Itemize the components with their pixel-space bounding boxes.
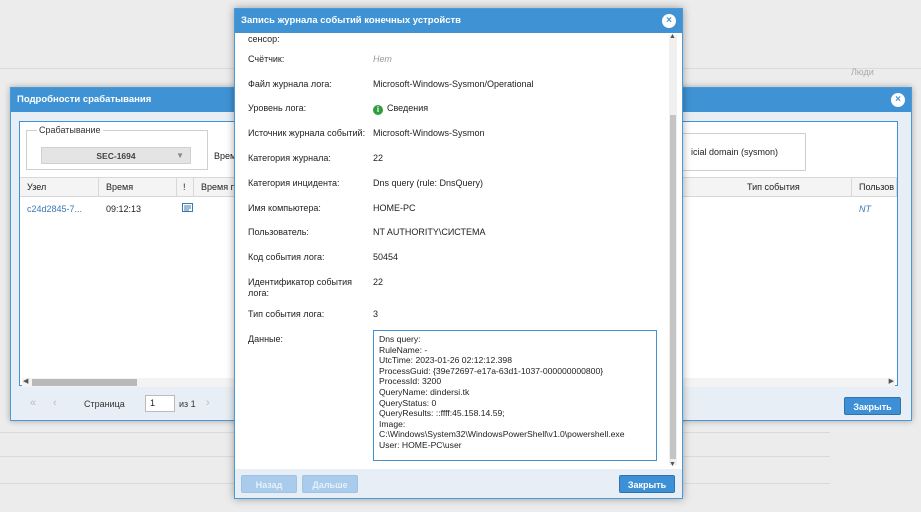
cell-event-type [740, 198, 852, 220]
field-value: 22 [373, 277, 384, 287]
field-value-wrap: i Сведения [373, 103, 428, 115]
trigger-select-value: SEC-1694 [96, 151, 136, 161]
dialog-title: Подробности срабатывания [17, 94, 152, 105]
field-value: Сведения [387, 103, 429, 113]
field-label: Имя компьютера: [248, 203, 321, 213]
field-value: HOME-PC [373, 203, 416, 213]
dialog-footer: Назад Дальше Закрыть [235, 469, 682, 499]
scrollbar-thumb[interactable] [32, 379, 137, 386]
vertical-scrollbar[interactable]: ▲ ▼ [669, 33, 677, 468]
scroll-up-icon[interactable]: ▲ [669, 33, 676, 40]
close-icon[interactable]: × [891, 93, 905, 107]
trigger-select[interactable]: SEC-1694 ▼ [41, 147, 191, 164]
field-value: Нет [373, 54, 392, 64]
scroll-left-icon[interactable]: ◀ [23, 377, 28, 385]
field-label: Пользователь: [248, 227, 309, 237]
data-textarea[interactable]: Dns query: RuleName: - UtcTime: 2023-01-… [373, 330, 657, 461]
back-button[interactable]: Назад [241, 475, 297, 493]
scroll-down-icon[interactable]: ▼ [669, 461, 676, 468]
field-label: Тип события лога: [248, 309, 325, 319]
domain-text: icial domain (sysmon) [691, 147, 779, 157]
prev-page-icon[interactable]: ‹ [53, 397, 57, 409]
scroll-right-icon[interactable]: ▶ [889, 377, 894, 385]
field-label: Источник журнала событий: [248, 128, 366, 138]
field-label: Данные: [248, 334, 284, 344]
field-label: Файл журнала лога: [248, 79, 332, 89]
page-count-label: из 1 [179, 399, 196, 409]
dialog-titlebar: Запись журнала событий конечных устройст… [235, 9, 682, 33]
close-icon[interactable]: × [662, 14, 676, 28]
page-label: Страница [84, 399, 125, 409]
page-input[interactable]: 1 [145, 395, 175, 412]
log-icon[interactable] [177, 198, 194, 220]
trigger-fieldset: Срабатывание SEC-1694 ▼ [26, 125, 208, 170]
field-label: Уровень лога: [248, 103, 307, 113]
column-header-time[interactable]: Время [99, 178, 177, 197]
cell-user[interactable]: NT AUTH [852, 198, 897, 220]
column-header-flag[interactable]: ! [177, 178, 194, 197]
scrollbar-thumb[interactable] [670, 115, 676, 459]
event-log-record-dialog: Запись журнала событий конечных устройст… [234, 8, 683, 499]
dialog-body: сенсор: Счётчик: Нет Файл журнала лога: … [235, 33, 682, 469]
field-value: Microsoft-Windows-Sysmon/Operational [373, 79, 534, 89]
field-value: NT AUTHORITY\СИСТЕМА [373, 227, 486, 237]
field-label: Категория журнала: [248, 153, 331, 163]
column-header-node[interactable]: Узел [20, 178, 99, 197]
field-value: 50454 [373, 252, 399, 262]
cell-time: 09:12:13 [106, 204, 142, 214]
field-label: Категория инцидента: [248, 178, 340, 188]
next-button[interactable]: Дальше [302, 475, 358, 493]
field-label: Код события лога: [248, 252, 325, 262]
field-label: Идентификатор события лога: [248, 277, 353, 298]
dialog-title: Запись журнала событий конечных устройст… [241, 15, 462, 26]
field-value: 3 [373, 309, 379, 319]
close-button[interactable]: Закрыть [619, 475, 675, 493]
field-value: Dns query (rule: DnsQuery) [373, 178, 484, 188]
field-value: Microsoft-Windows-Sysmon [373, 128, 485, 138]
field-value: 22 [373, 153, 384, 163]
field-label: Счётчик: [248, 54, 285, 64]
close-button[interactable]: Закрыть [844, 397, 901, 415]
column-header-event-type[interactable]: Тип события [740, 178, 852, 197]
info-icon: i [373, 105, 383, 115]
first-page-icon[interactable]: « [30, 397, 36, 409]
chevron-down-icon: ▼ [176, 151, 184, 160]
column-header-user[interactable]: Пользов [852, 178, 897, 197]
next-page-icon[interactable]: › [206, 397, 210, 409]
field-label-sensor: сенсор: [248, 34, 280, 44]
trigger-group-label: Срабатывание [37, 125, 103, 135]
cell-node[interactable]: c24d2845-7... [20, 198, 99, 220]
